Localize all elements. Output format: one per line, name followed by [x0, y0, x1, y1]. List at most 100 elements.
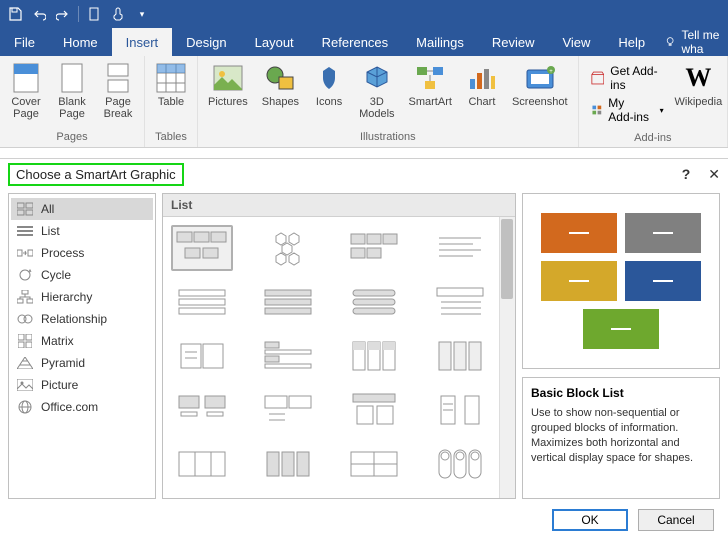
all-icon [17, 201, 33, 217]
gallery-header: List [163, 194, 515, 217]
thumb[interactable] [343, 387, 405, 433]
cancel-button[interactable]: Cancel [638, 509, 714, 531]
tell-me[interactable]: Tell me wha [665, 28, 728, 56]
tab-design[interactable]: Design [172, 28, 240, 56]
page-break-button[interactable]: Page Break [96, 58, 140, 120]
cat-pyramid[interactable]: Pyramid [11, 352, 153, 374]
pictures-button[interactable]: Pictures [202, 58, 254, 108]
cat-process[interactable]: Process [11, 242, 153, 264]
cat-relationship[interactable]: Relationship [11, 308, 153, 330]
globe-icon [17, 399, 33, 415]
process-icon [17, 245, 33, 261]
thumb[interactable] [429, 387, 491, 433]
get-addins-button[interactable]: Get Add-ins [591, 64, 664, 92]
preview-name: Basic Block List [531, 386, 711, 400]
preview-block [541, 213, 617, 253]
tab-review[interactable]: Review [478, 28, 549, 56]
thumb[interactable] [343, 333, 405, 379]
thumb[interactable] [257, 387, 319, 433]
svg-text:+: + [549, 69, 553, 75]
picture-icon [17, 377, 33, 393]
cycle-icon [17, 267, 33, 283]
preview-block [625, 261, 701, 301]
bulb-icon [665, 35, 675, 49]
my-addins-button[interactable]: My Add-ins▾ [591, 96, 664, 124]
thumb[interactable] [343, 279, 405, 325]
preview-block [541, 261, 617, 301]
thumb[interactable] [257, 333, 319, 379]
ribbon: Cover Page Blank Page Page Break Pages T… [0, 56, 728, 148]
tab-insert[interactable]: Insert [112, 28, 173, 56]
preview-block [625, 213, 701, 253]
redo-icon[interactable] [52, 3, 74, 25]
smartart-button[interactable]: SmartArt [403, 58, 458, 108]
tab-layout[interactable]: Layout [241, 28, 308, 56]
thumb[interactable] [343, 441, 405, 487]
store-icon [591, 70, 605, 86]
chart-button[interactable]: Chart [460, 58, 504, 108]
thumb[interactable] [171, 333, 233, 379]
ok-button[interactable]: OK [552, 509, 628, 531]
screenshot-button[interactable]: +Screenshot [506, 58, 574, 108]
tab-file[interactable]: File [0, 28, 49, 56]
group-illustrations: Pictures Shapes Icons 3D Models SmartArt… [198, 56, 579, 147]
tab-references[interactable]: References [308, 28, 402, 56]
shapes-button[interactable]: Shapes [256, 58, 305, 108]
group-pages: Cover Page Blank Page Page Break Pages [0, 56, 145, 147]
icons-button[interactable]: Icons [307, 58, 351, 108]
thumb[interactable] [171, 387, 233, 433]
cat-office[interactable]: Office.com [11, 396, 153, 418]
help-button[interactable]: ? [682, 166, 691, 182]
group-tables: Table Tables [145, 56, 198, 147]
matrix-icon [17, 333, 33, 349]
gallery-scrollbar[interactable] [499, 217, 515, 498]
group-label: Pages [4, 129, 140, 147]
table-button[interactable]: Table [149, 58, 193, 108]
pyramid-icon [17, 355, 33, 371]
tab-home[interactable]: Home [49, 28, 112, 56]
thumb[interactable] [429, 441, 491, 487]
thumb-picture-caption[interactable] [343, 225, 405, 271]
new-doc-icon[interactable] [83, 3, 105, 25]
preview-image [522, 193, 720, 369]
thumb[interactable] [257, 441, 319, 487]
wikipedia-button[interactable]: WWikipedia [674, 58, 723, 108]
cover-page-button[interactable]: Cover Page [4, 58, 48, 120]
cat-hierarchy[interactable]: Hierarchy [11, 286, 153, 308]
thumb[interactable] [429, 333, 491, 379]
smartart-dialog: Choose a SmartArt Graphic ? ✕ All List P… [0, 158, 728, 547]
blank-page-button[interactable]: Blank Page [50, 58, 94, 120]
thumb[interactable] [171, 441, 233, 487]
tab-help[interactable]: Help [604, 28, 659, 56]
smartart-gallery: List [162, 193, 516, 499]
preview-description: Basic Block List Use to show non-sequent… [522, 377, 720, 499]
tab-mailings[interactable]: Mailings [402, 28, 478, 56]
3d-models-button[interactable]: 3D Models [353, 58, 400, 120]
thumb[interactable] [171, 279, 233, 325]
category-list: All List Process Cycle Hierarchy Relatio… [8, 193, 156, 499]
thumb[interactable] [429, 279, 491, 325]
thumb[interactable] [257, 279, 319, 325]
cat-matrix[interactable]: Matrix [11, 330, 153, 352]
dialog-title: Choose a SmartArt Graphic [8, 163, 184, 186]
close-button[interactable]: ✕ [708, 166, 720, 183]
group-addins: Get Add-ins My Add-ins▾ WWikipedia Add-i… [579, 56, 728, 147]
preview-text: Use to show non-sequential or grouped bl… [531, 406, 711, 465]
cat-picture[interactable]: Picture [11, 374, 153, 396]
customize-qat-icon[interactable]: ▾ [131, 3, 153, 25]
thumb-basic-block-list[interactable] [171, 225, 233, 271]
cat-list[interactable]: List [11, 220, 153, 242]
save-icon[interactable] [4, 3, 26, 25]
tab-view[interactable]: View [548, 28, 604, 56]
undo-icon[interactable] [28, 3, 50, 25]
touch-mode-icon[interactable] [107, 3, 129, 25]
relationship-icon [17, 311, 33, 327]
ribbon-tabs: File Home Insert Design Layout Reference… [0, 28, 728, 56]
tell-me-label: Tell me wha [681, 28, 728, 56]
thumb-hexagon[interactable] [257, 225, 319, 271]
cat-all[interactable]: All [11, 198, 153, 220]
addins-icon [591, 102, 603, 118]
thumb-lined-list[interactable] [429, 225, 491, 271]
list-icon [17, 223, 33, 239]
cat-cycle[interactable]: Cycle [11, 264, 153, 286]
